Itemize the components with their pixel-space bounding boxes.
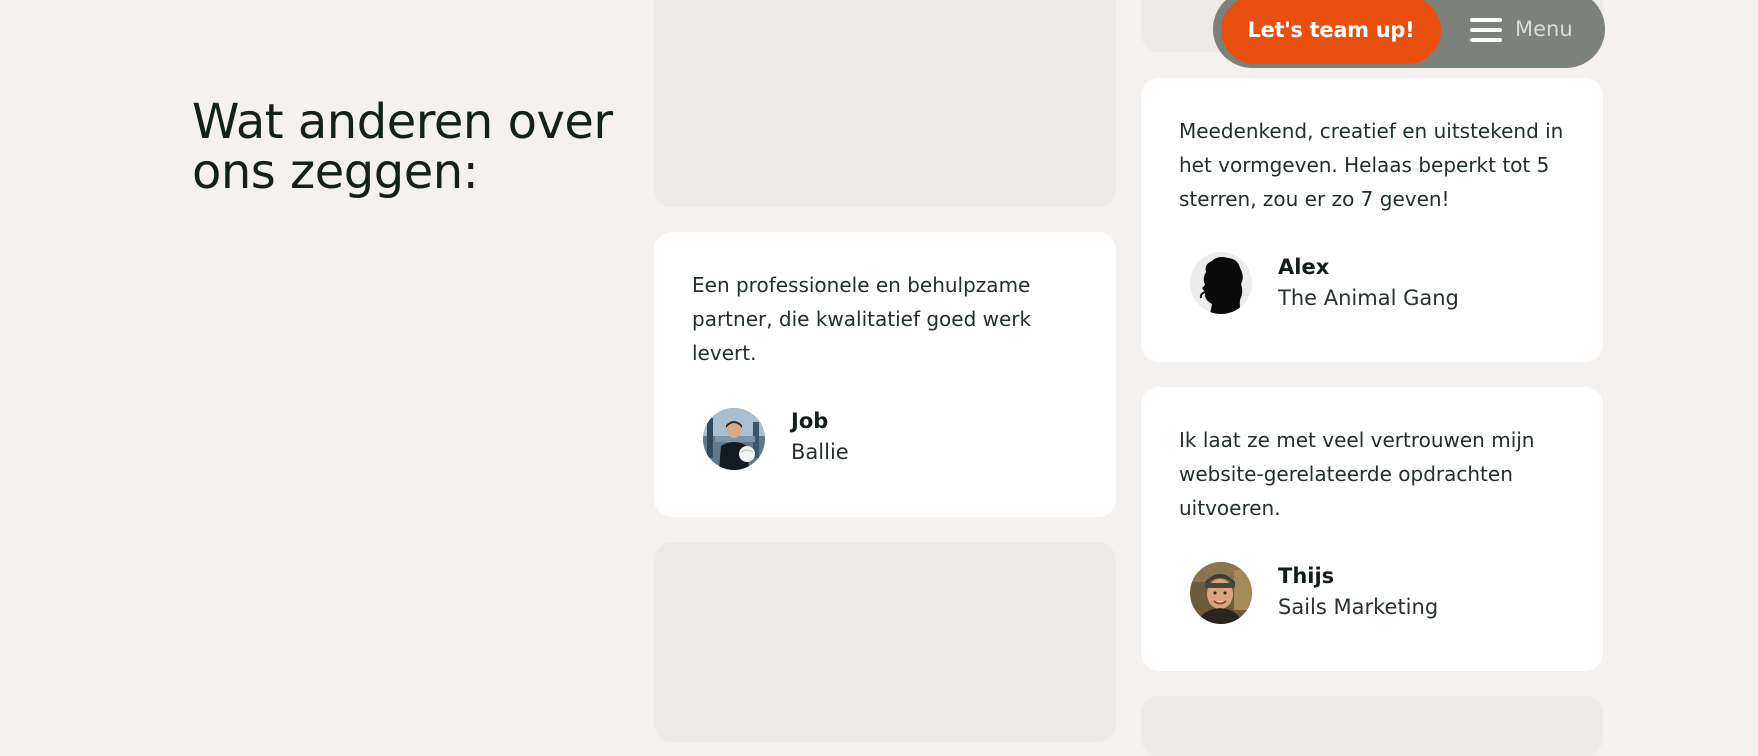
testimonial-company: Sails Marketing <box>1278 595 1439 619</box>
testimonial-quote: Meedenkend, creatief en uitstekend in he… <box>1179 119 1564 211</box>
testimonial-card: Meedenkend, creatief en uitstekend in he… <box>1141 78 1603 362</box>
person-photo-avatar-icon <box>703 408 765 470</box>
hamburger-menu-icon <box>1470 16 1502 44</box>
avatar <box>1190 252 1252 314</box>
testimonial-name: Thijs <box>1278 564 1335 588</box>
testimonial-card: Ik laat ze met veel vertrouwen mijn webs… <box>1141 387 1603 671</box>
testimonial-quote: Een professionele en behulpzame partner,… <box>692 273 1032 365</box>
testimonial-company: Ballie <box>791 440 849 464</box>
avatar <box>703 408 765 470</box>
testimonial-name: Job <box>791 409 829 433</box>
silhouette-avatar-icon <box>1190 252 1252 314</box>
testimonial-placeholder-card <box>1141 696 1603 756</box>
testimonial-company: The Animal Gang <box>1278 286 1459 310</box>
section-heading: Wat anderen over ons zeggen: <box>192 94 613 200</box>
avatar <box>1190 562 1252 624</box>
testimonial-placeholder-card <box>654 0 1116 207</box>
testimonial-quote: Ik laat ze met veel vertrouwen mijn webs… <box>1179 428 1535 520</box>
testimonial-card: Een professionele en behulpzame partner,… <box>654 232 1116 517</box>
team-up-button[interactable]: Let's team up! <box>1221 0 1441 64</box>
testimonial-name: Alex <box>1278 255 1330 279</box>
testimonial-placeholder-card <box>654 542 1116 742</box>
menu-label: Menu <box>1515 17 1573 41</box>
menu-button[interactable]: Menu <box>1462 8 1594 54</box>
person-photo-avatar-icon <box>1190 562 1252 624</box>
